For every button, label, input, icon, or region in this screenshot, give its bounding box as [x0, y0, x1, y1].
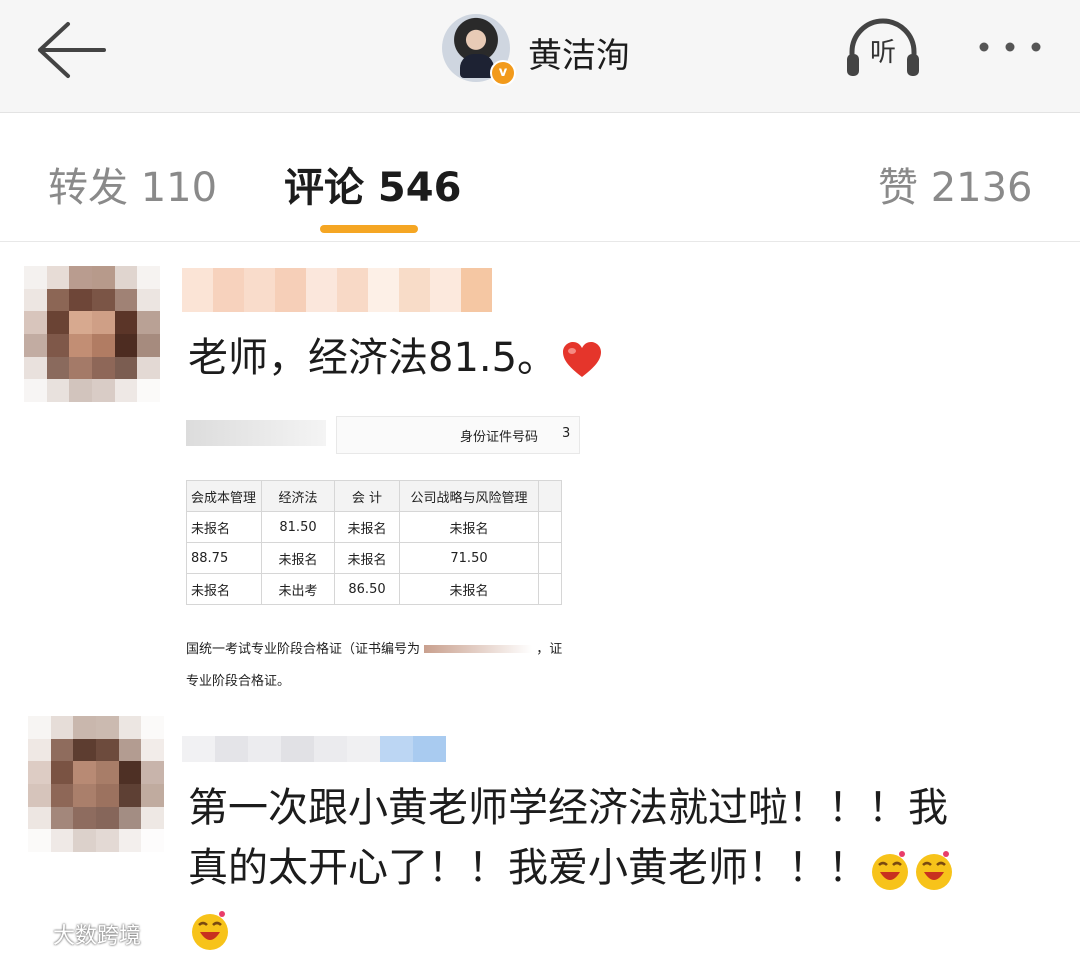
- tab-reposts[interactable]: 转发 110: [48, 155, 217, 213]
- laughing-face-icon: [872, 851, 908, 890]
- comment-body: 老师，经济法81.5。: [188, 335, 558, 381]
- comment-text: 第一次跟小黄老师学经济法就过啦！！！我 真的太开心了！！我爱小黄老师！！！: [188, 778, 1048, 958]
- tab-likes[interactable]: 赞 2136: [878, 155, 1033, 213]
- heart-icon: [563, 342, 602, 377]
- watermark-logo-icon: [6, 929, 47, 945]
- active-tab-indicator: [320, 225, 418, 233]
- watermark-text: 大数跨境: [53, 924, 142, 949]
- redacted-name: [186, 420, 326, 446]
- table-cell: 81.50: [261, 511, 335, 543]
- table-row: 未报名 81.50 未报名 未报名: [186, 511, 562, 543]
- table-cell: 未报名: [334, 542, 400, 574]
- score-table: 会成本管理 经济法 会 计 公司战略与风险管理 未报名 81.50 未报名 未报…: [186, 480, 562, 605]
- table-cell: 未报名: [186, 573, 262, 605]
- commenter-name-blurred[interactable]: [182, 268, 492, 312]
- comment-text: 老师，经济法81.5。: [188, 328, 603, 388]
- laughing-face-icon: [192, 911, 228, 950]
- comment-line-2: 真的太开心了！！我爱小黄老师！！！: [188, 838, 1048, 898]
- table-header: 会成本管理: [186, 480, 262, 512]
- comment-line-3: [188, 898, 1048, 958]
- table-cell: 未报名: [399, 573, 539, 605]
- back-button[interactable]: [30, 18, 110, 82]
- top-bar: v 黄洁洵 听: [0, 0, 1080, 113]
- author-name[interactable]: 黄洁洵: [528, 28, 630, 77]
- table-cell: 未报名: [186, 511, 262, 543]
- listen-button[interactable]: 听: [844, 14, 922, 84]
- id-label: 身份证件号码: [460, 430, 539, 445]
- laughing-face-icon: [916, 851, 952, 890]
- redacted-number: [424, 645, 533, 653]
- certificate-line: 国统一考试专业阶段合格证（证书编号为 ，证: [186, 638, 562, 657]
- id-value: 3: [562, 426, 571, 441]
- table-cell: 未报名: [334, 511, 400, 543]
- table-header: 经济法: [261, 480, 335, 512]
- certificate-text: 国统一考试专业阶段合格证（证书编号为: [186, 642, 421, 657]
- more-dots-icon: [979, 42, 1041, 52]
- attached-score-image[interactable]: 身份证件号码 3 会成本管理 经济法 会 计 公司战略与风险管理 未报名 81.…: [186, 408, 580, 698]
- tab-bar: 转发 110 评论 546 赞 2136: [0, 113, 1080, 242]
- table-row: 88.75 未报名 未报名 71.50: [186, 542, 562, 574]
- table-cell: 未报名: [399, 511, 539, 543]
- listen-label: 听: [869, 38, 896, 68]
- table-header: 会 计: [334, 480, 400, 512]
- table-row: 未报名 未出考 86.50 未报名: [186, 573, 562, 605]
- comment-line: 真的太开心了！！我爱小黄老师！！！: [188, 845, 868, 891]
- table-cell: 71.50: [399, 542, 539, 574]
- table-cell: 88.75: [186, 542, 262, 574]
- id-field: [336, 416, 580, 454]
- commenter-name-blurred[interactable]: [182, 736, 446, 762]
- comment-line: 第一次跟小黄老师学经济法就过啦！！！我: [188, 785, 948, 831]
- certificate-text-end: ，证: [536, 642, 563, 657]
- more-options-button[interactable]: [974, 32, 1046, 62]
- verified-badge-icon: v: [490, 60, 516, 86]
- commenter-avatar[interactable]: [28, 716, 164, 852]
- table-cell: 未报名: [261, 542, 335, 574]
- tab-comments[interactable]: 评论 546: [284, 155, 461, 213]
- table-cell: 86.50: [334, 573, 400, 605]
- table-header-row: 会成本管理 经济法 会 计 公司战略与风险管理: [186, 480, 562, 512]
- certificate-line: 专业阶段合格证。: [186, 674, 291, 689]
- watermark: 大数跨境: [6, 918, 141, 950]
- back-arrow-icon: [38, 22, 106, 78]
- table-cell: 未出考: [261, 573, 335, 605]
- table-header: 公司战略与风险管理: [399, 480, 539, 512]
- commenter-avatar[interactable]: [24, 266, 160, 402]
